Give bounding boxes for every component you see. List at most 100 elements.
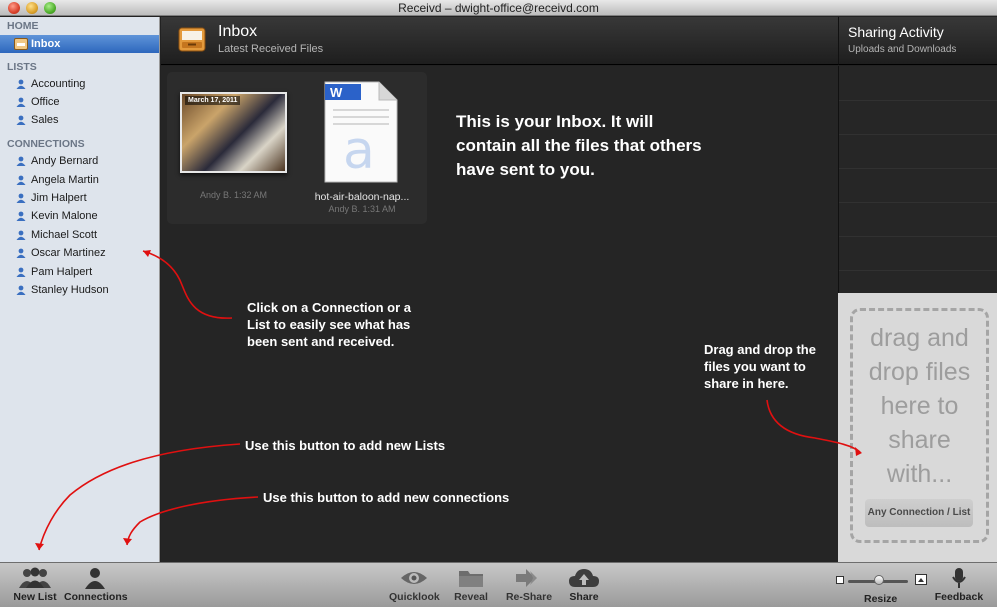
- drop-zone-text: drag and drop files here to share with..…: [868, 324, 971, 488]
- drop-zone[interactable]: drag and drop files here to share with..…: [838, 293, 997, 562]
- sidebar-item-connection[interactable]: Michael Scott: [0, 226, 159, 244]
- activity-row-divider: [839, 236, 997, 237]
- sidebar-item-label: Pam Halpert: [31, 266, 93, 278]
- person-icon: [16, 115, 26, 125]
- bottom-toolbar: New List Connections Quicklook Reveal Re…: [0, 562, 997, 607]
- person-icon: [16, 230, 26, 240]
- minimize-window-icon[interactable]: [26, 2, 38, 14]
- folder-icon: [459, 571, 483, 587]
- sidebar-item-connection[interactable]: Andy Bernard: [0, 152, 159, 170]
- zoom-window-icon[interactable]: [44, 2, 56, 14]
- activity-row-divider: [839, 168, 997, 169]
- sidebar-item-connection[interactable]: Oscar Martinez: [0, 244, 159, 262]
- double-arrow-icon: [516, 569, 537, 587]
- inbox-tray-icon: [178, 27, 206, 52]
- file-meta: Andy B. 1:31 AM: [328, 204, 396, 214]
- person-icon: [85, 568, 105, 589]
- svg-text:a: a: [343, 121, 375, 181]
- person-icon: [16, 193, 26, 203]
- word-document-icon[interactable]: W a: [321, 80, 401, 184]
- reveal-label: Reveal: [454, 591, 488, 603]
- quicklook-label: Quicklook: [389, 591, 440, 603]
- new-list-button[interactable]: New List: [12, 567, 58, 607]
- sidebar-item-label: Michael Scott: [31, 229, 98, 241]
- file-thumbnail-photo[interactable]: March 17, 2011: [180, 92, 287, 173]
- sidebar-item-list[interactable]: Office: [0, 93, 159, 111]
- page-subtitle: Latest Received Files: [218, 43, 324, 55]
- group-icon: [19, 567, 51, 588]
- close-window-icon[interactable]: [8, 2, 20, 14]
- person-icon: [16, 248, 26, 258]
- small-size-icon: [836, 576, 844, 584]
- sidebar-item-label: Andy Bernard: [31, 155, 99, 167]
- new-list-help-note: Use this button to add new Lists: [245, 438, 446, 453]
- any-connection-button[interactable]: Any Connection / List: [865, 499, 973, 527]
- resize-slider-knob[interactable]: [874, 575, 884, 585]
- content-header: Inbox Latest Received Files: [161, 17, 838, 65]
- resize-label: Resize: [864, 593, 898, 605]
- sidebar-item-label: Stanley Hudson: [31, 284, 109, 296]
- activity-row-divider: [839, 270, 997, 271]
- reveal-button[interactable]: Reveal: [450, 567, 492, 607]
- sidebar: HOME Inbox LISTS Accounting Office Sales…: [0, 17, 160, 562]
- person-icon: [16, 156, 26, 166]
- activity-row-divider: [839, 202, 997, 203]
- sharing-activity-title: Sharing Activity: [848, 24, 944, 40]
- connections-label: Connections: [64, 591, 128, 603]
- sharing-activity-header: Sharing Activity Uploads and Downloads: [838, 17, 997, 65]
- sidebar-item-connection[interactable]: Pam Halpert: [0, 263, 159, 281]
- person-icon: [16, 79, 26, 89]
- sidebar-heading-lists: LISTS: [7, 61, 37, 73]
- sidebar-item-list[interactable]: Sales: [0, 111, 159, 129]
- sidebar-item-connection[interactable]: Kevin Malone: [0, 207, 159, 225]
- window-title: Receivd – dwight-office@receivd.com: [398, 1, 599, 15]
- share-button[interactable]: Share: [565, 567, 603, 607]
- share-label: Share: [569, 591, 599, 603]
- connection-help-note: Click on a Connection or a List to easil…: [247, 300, 411, 349]
- sidebar-item-connection[interactable]: Jim Halpert: [0, 189, 159, 207]
- connections-button[interactable]: Connections: [64, 567, 128, 607]
- sidebar-heading-connections: CONNECTIONS: [7, 138, 85, 150]
- sidebar-item-inbox[interactable]: Inbox: [0, 35, 159, 53]
- sidebar-heading-home: HOME: [7, 20, 39, 32]
- sidebar-item-label: Accounting: [31, 78, 86, 90]
- drag-help-note: Drag and drop the files you want to shar…: [704, 342, 816, 391]
- feedback-button[interactable]: Feedback: [934, 567, 984, 607]
- activity-row-divider: [839, 100, 997, 101]
- drop-zone-border: drag and drop files here to share with..…: [850, 308, 989, 543]
- sidebar-item-label: Kevin Malone: [31, 210, 98, 222]
- sidebar-item-label: Jim Halpert: [31, 192, 87, 204]
- microphone-icon: [952, 568, 966, 588]
- sidebar-item-connection[interactable]: Stanley Hudson: [0, 281, 159, 299]
- svg-text:W: W: [330, 85, 343, 100]
- sharing-activity-subtitle: Uploads and Downloads: [848, 44, 957, 55]
- new-connection-help-note: Use this button to add new connections: [263, 490, 510, 505]
- sidebar-item-label: Inbox: [31, 38, 61, 50]
- sidebar-item-connection[interactable]: Angela Martin: [0, 171, 159, 189]
- sharing-activity-list: [838, 66, 997, 293]
- photo-date-stamp: March 17, 2011: [185, 96, 241, 105]
- inbox-content: March 17, 2011 Andy B. 1:32 AM W a hot-a…: [161, 66, 838, 562]
- person-icon: [16, 285, 26, 295]
- new-list-label: New List: [13, 591, 57, 603]
- sidebar-item-label: Office: [31, 96, 60, 108]
- person-icon: [16, 97, 26, 107]
- file-name: hot-air-baloon-nap...: [314, 191, 410, 203]
- inbox-help-note: This is your Inbox. It will contain all …: [456, 112, 702, 179]
- person-icon: [16, 267, 26, 277]
- reshare-label: Re-Share: [505, 591, 553, 603]
- inbox-tray-icon: [14, 38, 28, 50]
- large-size-icon: [915, 574, 927, 585]
- reshare-button[interactable]: Re-Share: [505, 567, 553, 607]
- sidebar-item-label: Angela Martin: [31, 174, 99, 186]
- file-grid: March 17, 2011 Andy B. 1:32 AM W a hot-a…: [167, 72, 427, 224]
- sidebar-item-list[interactable]: Accounting: [0, 75, 159, 93]
- window-titlebar: Receivd – dwight-office@receivd.com: [0, 0, 997, 16]
- sidebar-item-label: Sales: [31, 114, 59, 126]
- page-title: Inbox: [218, 23, 258, 40]
- quicklook-button[interactable]: Quicklook: [389, 567, 440, 607]
- sidebar-item-label: Oscar Martinez: [31, 247, 106, 259]
- eye-icon: [401, 572, 427, 584]
- person-icon: [16, 211, 26, 221]
- activity-row-divider: [839, 134, 997, 135]
